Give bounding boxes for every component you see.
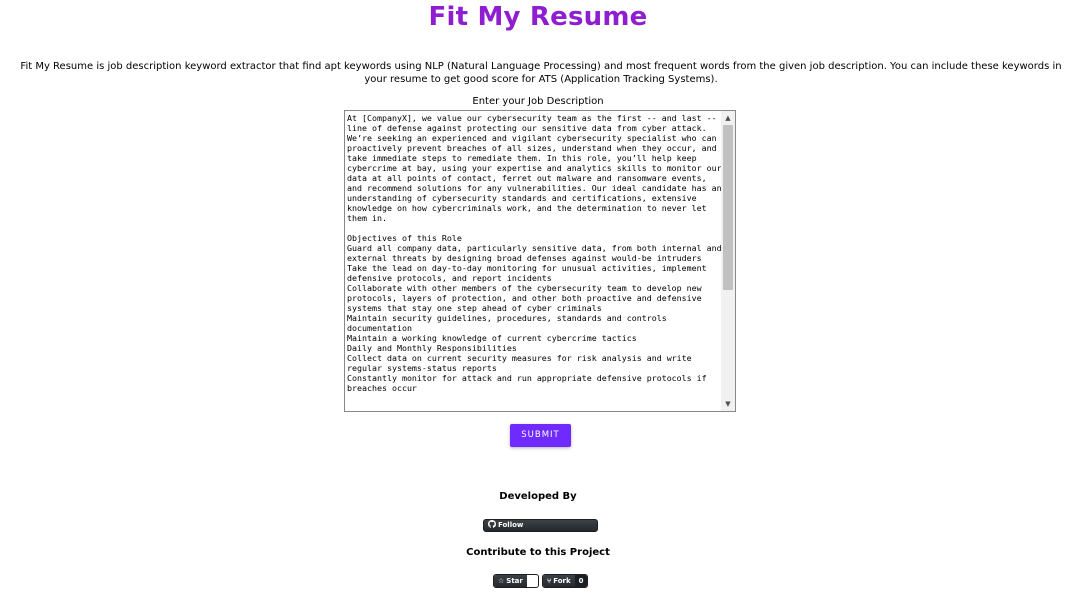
textarea-scrollbar[interactable]: ▲ ▼ bbox=[721, 111, 735, 411]
job-description-box: At [CompanyX], we value our cybersecurit… bbox=[344, 110, 736, 412]
developed-by-heading: Developed By bbox=[499, 491, 577, 502]
app-description: Fit My Resume is job description keyword… bbox=[20, 61, 1062, 85]
scroll-up-arrow-icon[interactable]: ▲ bbox=[721, 111, 735, 125]
fork-label: Fork bbox=[553, 577, 571, 585]
github-follow-button[interactable]: Follow @muraleekrishnan4 bbox=[483, 519, 598, 540]
github-follow-label: Follow @muraleekrishnan4 bbox=[488, 521, 567, 540]
star-label: Star bbox=[506, 577, 523, 585]
job-description-textarea[interactable]: At [CompanyX], we value our cybersecurit… bbox=[347, 113, 723, 409]
submit-button[interactable]: SUBMIT bbox=[510, 424, 571, 447]
page-title: Fit My Resume bbox=[428, 2, 648, 32]
github-fork-button[interactable]: ⑂ Fork 0 bbox=[542, 574, 588, 588]
star-count: 0 bbox=[494, 587, 506, 588]
star-icon: ☆ bbox=[498, 577, 505, 585]
fork-count: 0 bbox=[574, 575, 587, 587]
job-description-label: Enter your Job Description bbox=[472, 96, 604, 107]
github-star-button[interactable]: ☆Star 0 bbox=[493, 574, 539, 588]
contribute-heading: Contribute to this Project bbox=[466, 547, 610, 558]
fork-icon: ⑂ bbox=[547, 577, 552, 585]
scroll-down-arrow-icon[interactable]: ▼ bbox=[721, 397, 735, 411]
scroll-thumb[interactable] bbox=[723, 125, 733, 290]
github-icon bbox=[488, 520, 497, 531]
